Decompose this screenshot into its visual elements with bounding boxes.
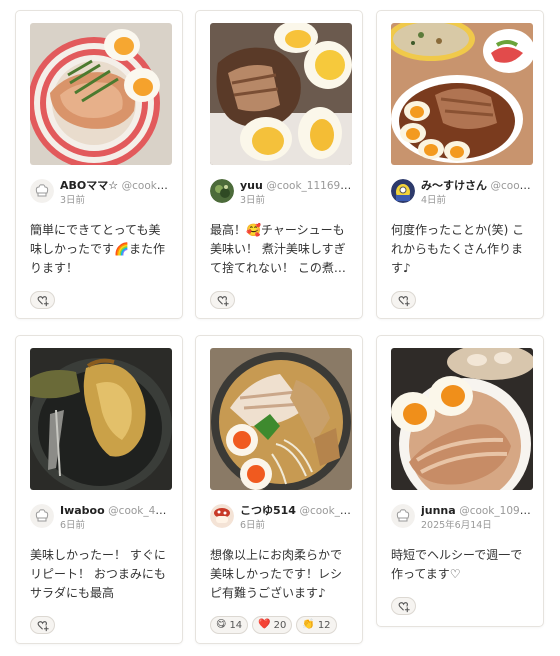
user-name[interactable]: こつゆ514	[240, 504, 296, 517]
author-name-line: こつゆ514 @cook_4…	[240, 504, 352, 518]
heart-plus-icon	[217, 296, 229, 307]
post-date: 3日前	[240, 195, 266, 206]
tsukurepo-card[interactable]: yuu @cook_111693… 3日前 最高！🥰チャーシューも美味い！ 煮汁…	[195, 10, 363, 319]
add-reaction-button[interactable]	[391, 291, 416, 309]
user-id: @cook…	[490, 180, 534, 192]
user-name[interactable]: Iwaboo	[60, 504, 105, 517]
comment-text: 想像以上にお肉柔らかで美味しかったです！レシピ有難うございます♪	[210, 548, 343, 600]
tsukurepo-card[interactable]: Iwaboo @cook_401… 6日前 美味しかったー！ すぐにリピート！ …	[15, 335, 183, 644]
reaction-clap-button[interactable]: 👏 12	[296, 616, 337, 634]
dish-photo[interactable]	[391, 348, 533, 490]
author-row[interactable]: yuu @cook_111693… 3日前	[210, 177, 352, 211]
dish-photo[interactable]	[210, 23, 352, 165]
comment-text: 最高！🥰チャーシューも美味い！ 煮汁美味しすぎて捨てれない！ この煮…	[210, 223, 346, 275]
post-date: 2025年6月14日	[421, 520, 492, 531]
tsukurepo-card[interactable]: み〜すけさん @cook… 4日前 何度作ったことか(笑) これからもたくさん作…	[376, 10, 544, 319]
tsukurepo-card[interactable]: junna @cook_10917… 2025年6月14日 時短でヘルシーで週一…	[376, 335, 544, 627]
chef-hat-avatar-icon[interactable]	[391, 504, 415, 528]
user-id: @cook_…	[121, 180, 172, 192]
reaction-count: 20	[273, 619, 287, 631]
user-avatar-icon[interactable]	[391, 179, 415, 203]
author-row[interactable]: Iwaboo @cook_401… 6日前	[30, 502, 172, 536]
dish-photo[interactable]	[391, 23, 533, 165]
comment-text: 何度作ったことか(笑) これからもたくさん作ります♪	[391, 223, 525, 275]
yum-face-icon: 😋	[216, 619, 227, 630]
user-avatar-icon[interactable]	[210, 179, 234, 203]
author-name-line: ABOママ☆ @cook_…	[60, 179, 172, 193]
chef-hat-avatar-icon[interactable]	[30, 179, 54, 203]
post-date: 6日前	[240, 520, 266, 531]
author-name-line: junna @cook_10917…	[421, 504, 533, 518]
author-name-line: Iwaboo @cook_401…	[60, 504, 172, 518]
author-name-line: yuu @cook_111693…	[240, 179, 352, 193]
user-name[interactable]: yuu	[240, 179, 263, 192]
author-row[interactable]: ABOママ☆ @cook_… 3日前	[30, 177, 172, 211]
reaction-count: 12	[317, 619, 331, 631]
add-reaction-button[interactable]	[210, 291, 235, 309]
heart-plus-icon	[398, 296, 410, 307]
user-id: @cook_401…	[108, 505, 172, 517]
user-id: @cook_111693…	[266, 180, 352, 192]
dish-photo[interactable]	[30, 348, 172, 490]
user-avatar-icon[interactable]	[210, 504, 234, 528]
chef-hat-avatar-icon[interactable]	[30, 504, 54, 528]
reaction-list: 😋 14 ❤️ 20 👏 12	[210, 616, 337, 634]
user-name[interactable]: み〜すけさん	[421, 179, 487, 192]
add-reaction-button[interactable]	[30, 616, 55, 634]
add-reaction-button[interactable]	[391, 597, 416, 615]
comment-text: 美味しかったー！ すぐにリピート！ おつまみにもサラダにも最高	[30, 548, 166, 600]
tsukurepo-card[interactable]: ABOママ☆ @cook_… 3日前 簡単にできてとっても美味しかったです🌈また…	[15, 10, 183, 319]
clap-icon: 👏	[302, 619, 315, 630]
post-date: 6日前	[60, 520, 86, 531]
comment-text: 時短でヘルシーで週一で作ってます♡	[391, 548, 523, 581]
heart-plus-icon	[37, 296, 49, 307]
dish-photo[interactable]	[30, 23, 172, 165]
user-id: @cook_10917…	[459, 505, 533, 517]
dish-photo[interactable]	[210, 348, 352, 490]
author-name-line: み〜すけさん @cook…	[421, 179, 533, 193]
add-reaction-button[interactable]	[30, 291, 55, 309]
reaction-yum-button[interactable]: 😋 14	[210, 616, 249, 634]
reaction-heart-button[interactable]: ❤️ 20	[252, 616, 293, 634]
user-id: @cook_4…	[299, 505, 352, 517]
heart-plus-icon	[37, 621, 49, 632]
tsukurepo-card[interactable]: こつゆ514 @cook_4… 6日前 想像以上にお肉柔らかで美味しかったです！…	[195, 335, 363, 644]
author-row[interactable]: こつゆ514 @cook_4… 6日前	[210, 502, 352, 536]
post-date: 4日前	[421, 195, 447, 206]
heart-plus-icon	[398, 602, 410, 613]
author-row[interactable]: junna @cook_10917… 2025年6月14日	[391, 502, 533, 536]
reaction-count: 14	[229, 619, 243, 631]
author-row[interactable]: み〜すけさん @cook… 4日前	[391, 177, 533, 211]
comment-text: 簡単にできてとっても美味しかったです🌈また作ります！	[30, 223, 165, 275]
post-date: 3日前	[60, 195, 86, 206]
user-name[interactable]: junna	[421, 504, 456, 517]
heart-icon: ❤️	[258, 619, 271, 630]
user-name[interactable]: ABOママ☆	[60, 179, 118, 192]
